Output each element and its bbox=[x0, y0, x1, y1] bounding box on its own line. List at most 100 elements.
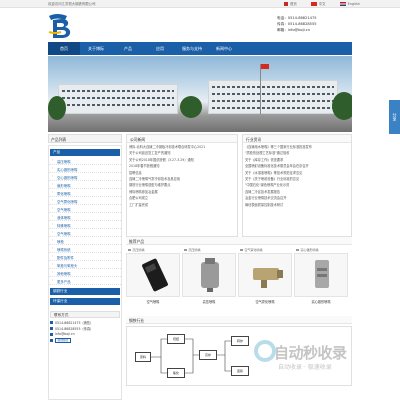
tag-icon bbox=[184, 248, 187, 252]
header-contact: 电话：0514-86821475 传真：0514-86828555 邮箱：inf… bbox=[277, 16, 317, 32]
steel-title: 钢铁行业 bbox=[126, 316, 352, 324]
sidebar-item[interactable]: 高压喷嘴 bbox=[49, 157, 121, 165]
window-row bbox=[212, 100, 334, 102]
contact-title: 联系方式 bbox=[50, 311, 120, 318]
sidebar-item[interactable]: 空气喷嘴 bbox=[49, 205, 121, 213]
sidebar-item[interactable]: 空气喷嘴 bbox=[49, 229, 121, 237]
sidebar-item[interactable]: 配件及附件 bbox=[49, 253, 121, 261]
company-logo[interactable] bbox=[47, 10, 75, 40]
process-node[interactable]: 高炉 bbox=[199, 350, 217, 360]
process-node[interactable]: 连铸 bbox=[231, 366, 249, 376]
message-icon bbox=[50, 338, 53, 342]
sidebar-item[interactable]: 雾化喷嘴 bbox=[49, 189, 121, 197]
nav-item-products[interactable]: 产品 bbox=[112, 42, 144, 55]
recommended-products: 推荐产品 高压喷嘴 空气喷嘴 高压喷嘴 高压喷嘴 空气雾化喷嘴 空气雾化喷嘴 实… bbox=[126, 237, 352, 307]
category-steel[interactable]: 钢铁行业 bbox=[50, 288, 120, 295]
product-caption[interactable]: 实心锥形喷嘴 bbox=[294, 297, 348, 305]
product-image[interactable] bbox=[182, 253, 236, 297]
product-caption[interactable]: 空气雾化喷嘴 bbox=[238, 297, 292, 305]
product-image[interactable] bbox=[294, 253, 348, 297]
header-tel: 0514-86821475 bbox=[287, 16, 317, 20]
nozzle-image-silver bbox=[315, 260, 329, 288]
window-row bbox=[212, 107, 334, 109]
nav-item-applications[interactable]: 应用 bbox=[144, 42, 176, 55]
watermark-logo bbox=[254, 340, 276, 362]
sidebar-item[interactable]: 喷枪 bbox=[49, 237, 121, 245]
tag-icon bbox=[240, 248, 243, 252]
home-link[interactable]: 首页 bbox=[284, 1, 297, 6]
sidebar-item[interactable]: 特殊喷嘴 bbox=[49, 221, 121, 229]
header-email[interactable]: info@boji.cn bbox=[288, 28, 310, 32]
product-sidebar: 产品 高压喷嘴 实心锥形喷嘴 空心锥形喷嘴 扇形喷嘴 雾化喷嘴 空气雾化喷嘴 空… bbox=[48, 145, 122, 400]
tree bbox=[180, 96, 202, 118]
company-news: 公司新闻 博际-北科大连铸二冷钢板冷却技术联合研发中心2021 关于公司延迟复工… bbox=[126, 134, 238, 237]
process-node[interactable]: 焦化 bbox=[167, 368, 185, 378]
process-node[interactable]: 原料 bbox=[135, 352, 151, 362]
phone-icon bbox=[50, 320, 53, 324]
nav-item-about[interactable]: 关于博际 bbox=[80, 42, 112, 55]
product-image[interactable] bbox=[238, 253, 292, 297]
contact-message[interactable]: 在线留言 bbox=[50, 337, 120, 343]
product-caption[interactable]: 空气喷嘴 bbox=[126, 297, 180, 305]
window-row bbox=[62, 90, 174, 92]
sidebar-item[interactable]: 扇形喷嘴 bbox=[49, 181, 121, 189]
sidebar-item[interactable]: 喷嘴系统 bbox=[49, 245, 121, 253]
tree bbox=[48, 96, 66, 120]
product-card[interactable]: 实心锥形喷嘴 实心锥形喷嘴 bbox=[294, 247, 348, 305]
process-node[interactable]: 烧结 bbox=[167, 334, 185, 344]
share-button[interactable]: 分享 bbox=[389, 100, 400, 134]
mail-icon bbox=[50, 332, 53, 336]
nav-item-news[interactable]: 新闻中心 bbox=[208, 42, 240, 55]
message-button[interactable]: 在线留言 bbox=[55, 337, 71, 343]
product-card[interactable]: 高压喷嘴 空气喷嘴 bbox=[126, 247, 180, 305]
sidebar-item[interactable]: 氧枪与氧枪头 bbox=[49, 261, 121, 269]
chinese-link[interactable]: 中文 bbox=[310, 1, 326, 6]
top-bar: 欢迎访问江苏恒大钢铁有限公司 首页 中文 English bbox=[0, 0, 400, 8]
window-row bbox=[212, 86, 334, 88]
sidebar-item[interactable]: 空气雾化喷嘴 bbox=[49, 197, 121, 205]
header-fax: 0514-86828555 bbox=[287, 22, 317, 26]
window-row bbox=[62, 104, 174, 106]
sidebar-item[interactable]: 其他喷嘴 bbox=[49, 269, 121, 277]
welcome-text: 欢迎访问江苏恒大钢铁有限公司 bbox=[48, 2, 96, 6]
category-environment[interactable]: 环保行业 bbox=[50, 298, 120, 305]
product-card[interactable]: 空气雾化喷嘴 空气雾化喷嘴 bbox=[238, 247, 292, 305]
category-products[interactable]: 产品 bbox=[50, 149, 120, 156]
tag-icon bbox=[128, 248, 131, 252]
news-item[interactable]: 工厂扩建完成 bbox=[129, 202, 235, 208]
home-icon bbox=[284, 1, 288, 6]
sidebar-item[interactable]: 更多产品 bbox=[49, 277, 121, 285]
process-node[interactable]: 转炉 bbox=[231, 336, 249, 346]
sidebar-item[interactable]: 液体喷嘴 bbox=[49, 213, 121, 221]
industry-item[interactable]: 铸坯表面质量控制技术研讨 bbox=[245, 202, 349, 208]
banner-image bbox=[48, 56, 352, 132]
product-card[interactable]: 高压喷嘴 高压喷嘴 bbox=[182, 247, 236, 305]
english-link[interactable]: English bbox=[339, 1, 360, 6]
sidebar-item[interactable]: 空心锥形喷嘴 bbox=[49, 173, 121, 181]
nozzle-image-brass bbox=[253, 268, 283, 288]
tag-icon bbox=[296, 248, 299, 252]
sidebar-item[interactable]: 实心锥形喷嘴 bbox=[49, 165, 121, 173]
nav-item-home[interactable]: 首页 bbox=[48, 42, 80, 55]
news-title: 公司新闻 bbox=[127, 135, 237, 143]
watermark-subtext: 自动收录 · 极速收录 bbox=[278, 364, 332, 371]
header: 电话：0514-86821475 传真：0514-86828555 邮箱：inf… bbox=[0, 8, 400, 40]
flagpole bbox=[260, 64, 261, 114]
window-row bbox=[212, 93, 334, 95]
industry-news: 行业资讯 《连铸用水喷嘴》等三个国家行业标准批准发布 "质检热处理工艺标准"通过… bbox=[242, 134, 352, 237]
product-caption[interactable]: 高压喷嘴 bbox=[182, 297, 236, 305]
nozzle-image-steel bbox=[201, 258, 219, 292]
watermark: 自动秒收录 自动收录 · 极速收录 bbox=[252, 338, 382, 378]
industry-title: 行业资讯 bbox=[243, 135, 351, 143]
main-nav: 首页 关于博际 产品 应用 服务与支持 新闻中心 bbox=[48, 42, 352, 55]
china-flag-icon bbox=[310, 1, 317, 6]
flag bbox=[261, 64, 269, 69]
building-left bbox=[58, 84, 178, 114]
contact-box: 联系方式 0514-86821475（销售） 0514-86828555（传真）… bbox=[50, 311, 120, 343]
nav-item-service[interactable]: 服务与支持 bbox=[176, 42, 208, 55]
fax-icon bbox=[50, 326, 53, 330]
products-title: 推荐产品 bbox=[126, 237, 352, 245]
product-image[interactable] bbox=[126, 253, 180, 297]
tree bbox=[332, 92, 352, 120]
window-row bbox=[62, 97, 174, 99]
